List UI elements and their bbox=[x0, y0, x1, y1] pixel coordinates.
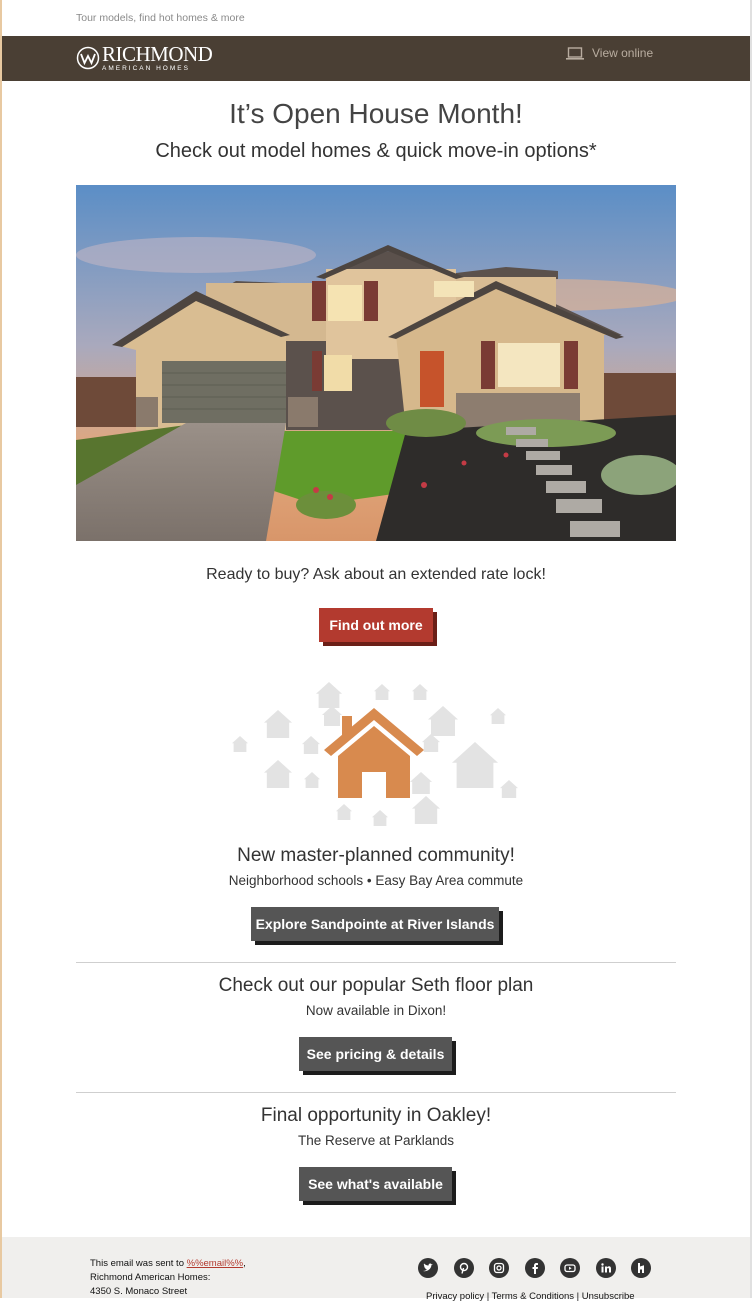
explore-sandpointe-button[interactable]: Explore Sandpointe at River Islands bbox=[251, 907, 499, 941]
see-pricing-button[interactable]: See pricing & details bbox=[299, 1037, 452, 1071]
pinterest-icon[interactable] bbox=[453, 1258, 474, 1278]
footer-links[interactable]: Privacy policy | Terms & Conditions | Un… bbox=[426, 1291, 635, 1302]
page-title: It’s Open House Month! bbox=[229, 98, 523, 129]
view-online-label: View online bbox=[592, 46, 654, 60]
footer-text: This email was sent to %%email%%, Richmo… bbox=[90, 1258, 246, 1297]
preheader-text: Tour models, find hot homes & more bbox=[76, 12, 245, 24]
logo-emblem-icon bbox=[76, 46, 100, 70]
section-title-seth: Check out our popular Seth floor plan bbox=[218, 975, 534, 996]
find-out-more-button[interactable]: Find out more bbox=[319, 608, 433, 642]
youtube-icon[interactable] bbox=[560, 1258, 580, 1278]
logo-main-text: RICHMOND bbox=[102, 41, 213, 66]
section-subtitle-seth: Now available in Dixon! bbox=[305, 1003, 447, 1018]
section-subtitle-community: Neighborhood schools • Easy Bay Area com… bbox=[228, 873, 524, 888]
footer: This email was sent to %%email%%, Richmo… bbox=[2, 1237, 750, 1302]
house-cluster-icon bbox=[232, 682, 518, 826]
divider bbox=[76, 962, 676, 963]
left-border bbox=[0, 0, 2, 1298]
twitter-icon[interactable] bbox=[418, 1258, 438, 1278]
richmond-logo[interactable]: RICHMOND AMERICAN HOMES bbox=[76, 41, 213, 72]
facebook-icon[interactable] bbox=[524, 1258, 545, 1278]
email-link[interactable]: %%email%% bbox=[187, 1258, 244, 1269]
section-title-oakley: Final opportunity in Oakley! bbox=[260, 1105, 492, 1126]
logo-sub-text: AMERICAN HOMES bbox=[102, 64, 190, 72]
view-online-link[interactable]: View online bbox=[566, 46, 653, 60]
instagram-icon[interactable] bbox=[489, 1258, 509, 1278]
company-name: Richmond American Homes: bbox=[90, 1272, 211, 1283]
divider bbox=[76, 1092, 676, 1093]
section-title-community: New master-planned community! bbox=[237, 845, 515, 866]
linkedin-icon[interactable] bbox=[595, 1258, 616, 1278]
house-photo[interactable] bbox=[76, 185, 676, 541]
section-subtitle-oakley: The Reserve at Parklands bbox=[297, 1133, 455, 1148]
rate-lock-text: Ready to buy? Ask about an extended rate… bbox=[206, 566, 546, 583]
header-bar: RICHMOND AMERICAN HOMES View online bbox=[2, 36, 750, 81]
see-whats-available-button[interactable]: See what's available bbox=[299, 1167, 452, 1201]
laptop-icon bbox=[566, 46, 584, 60]
company-address: 4350 S. Monaco Street bbox=[90, 1286, 188, 1297]
houzz-icon[interactable] bbox=[631, 1258, 651, 1278]
page-subtitle: Check out model homes & quick move-in op… bbox=[155, 140, 597, 162]
social-icons bbox=[418, 1258, 667, 1278]
